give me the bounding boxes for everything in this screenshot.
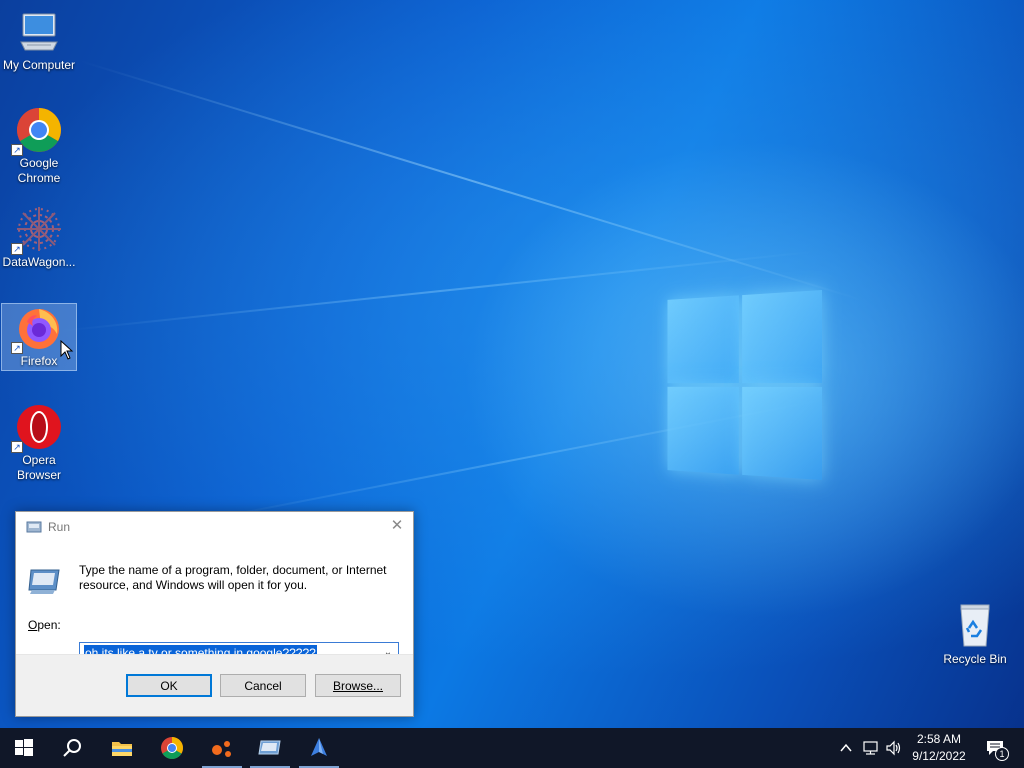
- clock-time: 2:58 AM: [916, 732, 962, 746]
- windows-start-icon: [15, 739, 33, 756]
- tray-overflow-button[interactable]: [838, 728, 854, 768]
- wallpaper-light-beam: [79, 60, 865, 302]
- notification-count-badge: 1: [995, 747, 1009, 761]
- shortcut-arrow-icon: ↗: [11, 342, 23, 354]
- desktop-icon-label: Google Chrome: [17, 156, 61, 185]
- run-dialog-footer: OK Cancel Browse...: [16, 654, 413, 716]
- desktop-icon-google-chrome[interactable]: ↗ Google Chrome: [1, 106, 77, 186]
- blue-app-icon: [311, 738, 327, 756]
- firefox-icon: ↗: [11, 304, 63, 354]
- folder-icon: [112, 742, 132, 756]
- datawagon-icon: ↗: [11, 205, 63, 255]
- taskbar-clock[interactable]: 2:58 AM 9/12/2022: [904, 731, 974, 765]
- desktop-icon-label: DataWagon...: [2, 255, 76, 269]
- computer-icon: [15, 8, 63, 56]
- action-center-button[interactable]: 1: [980, 728, 1010, 768]
- network-icon: [863, 741, 878, 755]
- taskbar-blue-app[interactable]: [295, 728, 343, 768]
- ok-button[interactable]: OK: [126, 674, 212, 697]
- mouse-cursor-icon: [60, 340, 74, 360]
- taskbar-file-explorer[interactable]: [98, 728, 146, 768]
- desktop-icon-label: Opera Browser: [16, 453, 61, 482]
- taskbar-chrome[interactable]: [148, 728, 196, 768]
- run-dialog-titlebar[interactable]: Run: [16, 512, 413, 542]
- run-dialog-description: Type the name of a program, folder, docu…: [79, 563, 387, 592]
- run-dialog-title: Run: [48, 520, 71, 534]
- cancel-button[interactable]: Cancel: [220, 674, 306, 697]
- run-program-icon: [28, 569, 60, 594]
- desktop-icon-firefox[interactable]: ↗ Firefox: [1, 303, 77, 371]
- shortcut-arrow-icon: ↗: [11, 243, 23, 255]
- taskbar: 2:58 AM 9/12/2022 1: [0, 728, 1024, 768]
- desktop-icon-label: Recycle Bin: [943, 652, 1007, 666]
- desktop-icon-label: My Computer: [2, 58, 76, 72]
- clock-date: 9/12/2022: [912, 749, 966, 763]
- start-button[interactable]: [0, 728, 48, 768]
- network-button[interactable]: [862, 728, 880, 768]
- volume-button[interactable]: [885, 728, 903, 768]
- chrome-icon: [161, 737, 183, 759]
- shortcut-arrow-icon: ↗: [11, 441, 23, 453]
- recycle-bin-icon: [951, 602, 999, 650]
- search-icon: [63, 739, 81, 757]
- speaker-icon: [886, 740, 901, 756]
- desktop-icon-opera[interactable]: ↗ Opera Browser: [1, 403, 77, 483]
- close-icon[interactable]: ✕: [389, 518, 405, 534]
- taskbar-run[interactable]: [246, 728, 294, 768]
- taskbar-orange-app[interactable]: [198, 728, 246, 768]
- open-label: Open:: [28, 618, 61, 632]
- search-button[interactable]: [48, 728, 96, 768]
- run-icon: [26, 521, 42, 533]
- chevron-up-icon: [840, 743, 852, 752]
- desktop-icon-recycle-bin[interactable]: Recycle Bin: [937, 602, 1013, 667]
- opera-icon: ↗: [11, 403, 63, 453]
- run-dialog-body: Type the name of a program, folder, docu…: [16, 542, 413, 664]
- desktop-icon-my-computer[interactable]: My Computer: [1, 8, 77, 73]
- desktop-icon-datawagon[interactable]: ↗ DataWagon...: [1, 205, 77, 270]
- orange-dots-icon: [212, 741, 231, 757]
- shortcut-arrow-icon: ↗: [11, 144, 23, 156]
- windows-wallpaper-logo: [667, 290, 822, 480]
- run-icon: [258, 740, 281, 755]
- run-dialog: Run ✕ Type the name of a program, folder…: [15, 511, 414, 717]
- browse-button[interactable]: Browse...: [315, 674, 401, 697]
- chrome-icon: ↗: [11, 106, 63, 156]
